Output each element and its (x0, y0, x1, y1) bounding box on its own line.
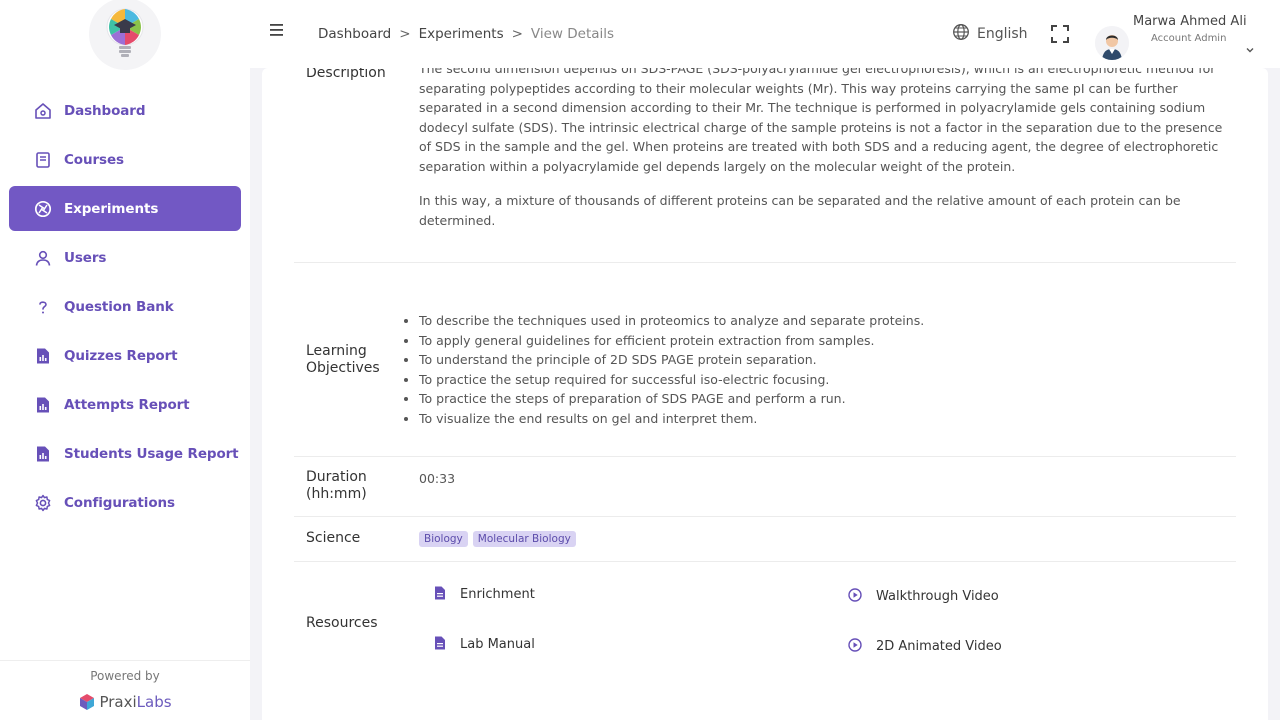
brand-praxi: Praxi (99, 693, 137, 711)
question-icon (33, 297, 53, 317)
sidebar-nav: Dashboard Courses Experiments Users Ques… (9, 88, 241, 529)
user-icon (33, 248, 53, 268)
report-icon (33, 346, 53, 366)
breadcrumb: Dashboard > Experiments > View Details (318, 26, 614, 42)
fullscreen-icon[interactable] (1050, 24, 1070, 44)
sidebar-item-label: Attempts Report (64, 396, 190, 413)
top-header: Dashboard > Experiments > View Details E… (250, 0, 1280, 68)
aperture-icon (33, 199, 53, 219)
play-icon (848, 637, 862, 656)
science-tag: Biology (419, 531, 468, 547)
chevron-down-icon (1245, 40, 1255, 53)
breadcrumb-dashboard[interactable]: Dashboard (318, 26, 391, 42)
brand-labs: Labs (136, 693, 172, 711)
powered-by-footer: Powered by Praxi Labs (0, 660, 250, 720)
play-icon (848, 587, 862, 606)
document-icon (434, 635, 446, 654)
list-item: To apply general guidelines for efficien… (419, 331, 924, 351)
science-row: Science Biology Molecular Biology (294, 517, 1236, 562)
resource-label: Enrichment (460, 587, 535, 602)
sidebar-item-configurations[interactable]: Configurations (9, 480, 241, 525)
powered-by-label: Powered by (90, 669, 160, 683)
report-icon (33, 444, 53, 464)
science-label: Science (306, 530, 361, 546)
experiment-details-card: Description The second dimension depends… (262, 68, 1268, 720)
resource-label: Walkthrough Video (876, 589, 999, 604)
sidebar-item-label: Question Bank (64, 298, 174, 315)
resource-2d-animated-video[interactable]: 2D Animated Video (848, 637, 1002, 656)
user-name: Marwa Ahmed Ali (1133, 14, 1247, 29)
resource-label: Lab Manual (460, 637, 535, 652)
book-icon (33, 150, 53, 170)
sidebar-item-label: Users (64, 249, 107, 266)
science-tag: Molecular Biology (472, 531, 576, 547)
list-item: To practice the setup required for succe… (419, 370, 924, 390)
sidebar-item-experiments[interactable]: Experiments (9, 186, 241, 231)
app-logo[interactable] (89, 0, 161, 70)
sidebar-item-users[interactable]: Users (9, 235, 241, 280)
resources-row: Resources Enrichment Walkthrough Video L… (294, 562, 1236, 682)
home-icon (33, 101, 53, 121)
breadcrumb-current: View Details (530, 26, 615, 42)
sidebar-item-dashboard[interactable]: Dashboard (9, 88, 241, 133)
sidebar: Dashboard Courses Experiments Users Ques… (0, 0, 250, 720)
sidebar-item-courses[interactable]: Courses (9, 137, 241, 182)
breadcrumb-experiments[interactable]: Experiments (419, 26, 504, 42)
objectives-row: Learning Objectives To describe the tech… (294, 263, 1236, 457)
user-menu[interactable]: Marwa Ahmed Ali Account Admin (1095, 14, 1254, 60)
sidebar-item-label: Courses (64, 151, 124, 168)
sidebar-item-label: Experiments (64, 200, 159, 217)
list-item: To describe the techniques used in prote… (419, 311, 924, 331)
sidebar-item-quizzes-report[interactable]: Quizzes Report (9, 333, 241, 378)
language-selector[interactable]: English (952, 23, 1028, 45)
duration-value: 00:33 (419, 471, 456, 486)
sidebar-item-label: Dashboard (64, 102, 146, 119)
description-paragraph: The second dimension depends on SDS-PAGE… (419, 68, 1223, 174)
sidebar-item-question-bank[interactable]: Question Bank (9, 284, 241, 329)
avatar (1095, 26, 1129, 60)
breadcrumb-separator: > (511, 26, 523, 42)
description-paragraph: In this way, a mixture of thousands of d… (419, 193, 1181, 228)
description-row: Description The second dimension depends… (294, 68, 1236, 263)
document-icon (434, 585, 446, 604)
resource-enrichment[interactable]: Enrichment (434, 585, 535, 604)
user-role: Account Admin (1151, 33, 1227, 44)
menu-toggle-icon[interactable] (269, 22, 285, 38)
sidebar-item-students-usage-report[interactable]: Students Usage Report (9, 431, 241, 476)
sidebar-item-label: Configurations (64, 494, 175, 511)
description-text: The second dimension depends on SDS-PAGE… (419, 68, 1229, 230)
list-item: To practice the steps of preparation of … (419, 389, 924, 409)
science-tags: Biology Molecular Biology (419, 530, 581, 547)
praxilabs-logo: Praxi Labs (0, 693, 250, 711)
sidebar-item-attempts-report[interactable]: Attempts Report (9, 382, 241, 427)
duration-row: Duration (hh:mm) 00:33 (294, 457, 1236, 517)
description-label: Description (306, 68, 386, 81)
sidebar-item-label: Students Usage Report (64, 445, 239, 462)
resource-lab-manual[interactable]: Lab Manual (434, 635, 535, 654)
gear-icon (33, 493, 53, 513)
resource-walkthrough-video[interactable]: Walkthrough Video (848, 587, 999, 606)
report-icon (33, 395, 53, 415)
breadcrumb-separator: > (399, 26, 411, 42)
globe-icon (952, 23, 970, 45)
list-item: To visualize the end results on gel and … (419, 409, 924, 429)
resource-label: 2D Animated Video (876, 639, 1002, 654)
duration-label: Duration (hh:mm) (306, 469, 367, 502)
cube-icon (80, 694, 95, 710)
language-label: English (977, 26, 1028, 42)
objectives-list: To describe the techniques used in prote… (387, 311, 924, 428)
resources-label: Resources (306, 615, 378, 631)
sidebar-item-label: Quizzes Report (64, 347, 178, 364)
list-item: To understand the principle of 2D SDS PA… (419, 350, 924, 370)
